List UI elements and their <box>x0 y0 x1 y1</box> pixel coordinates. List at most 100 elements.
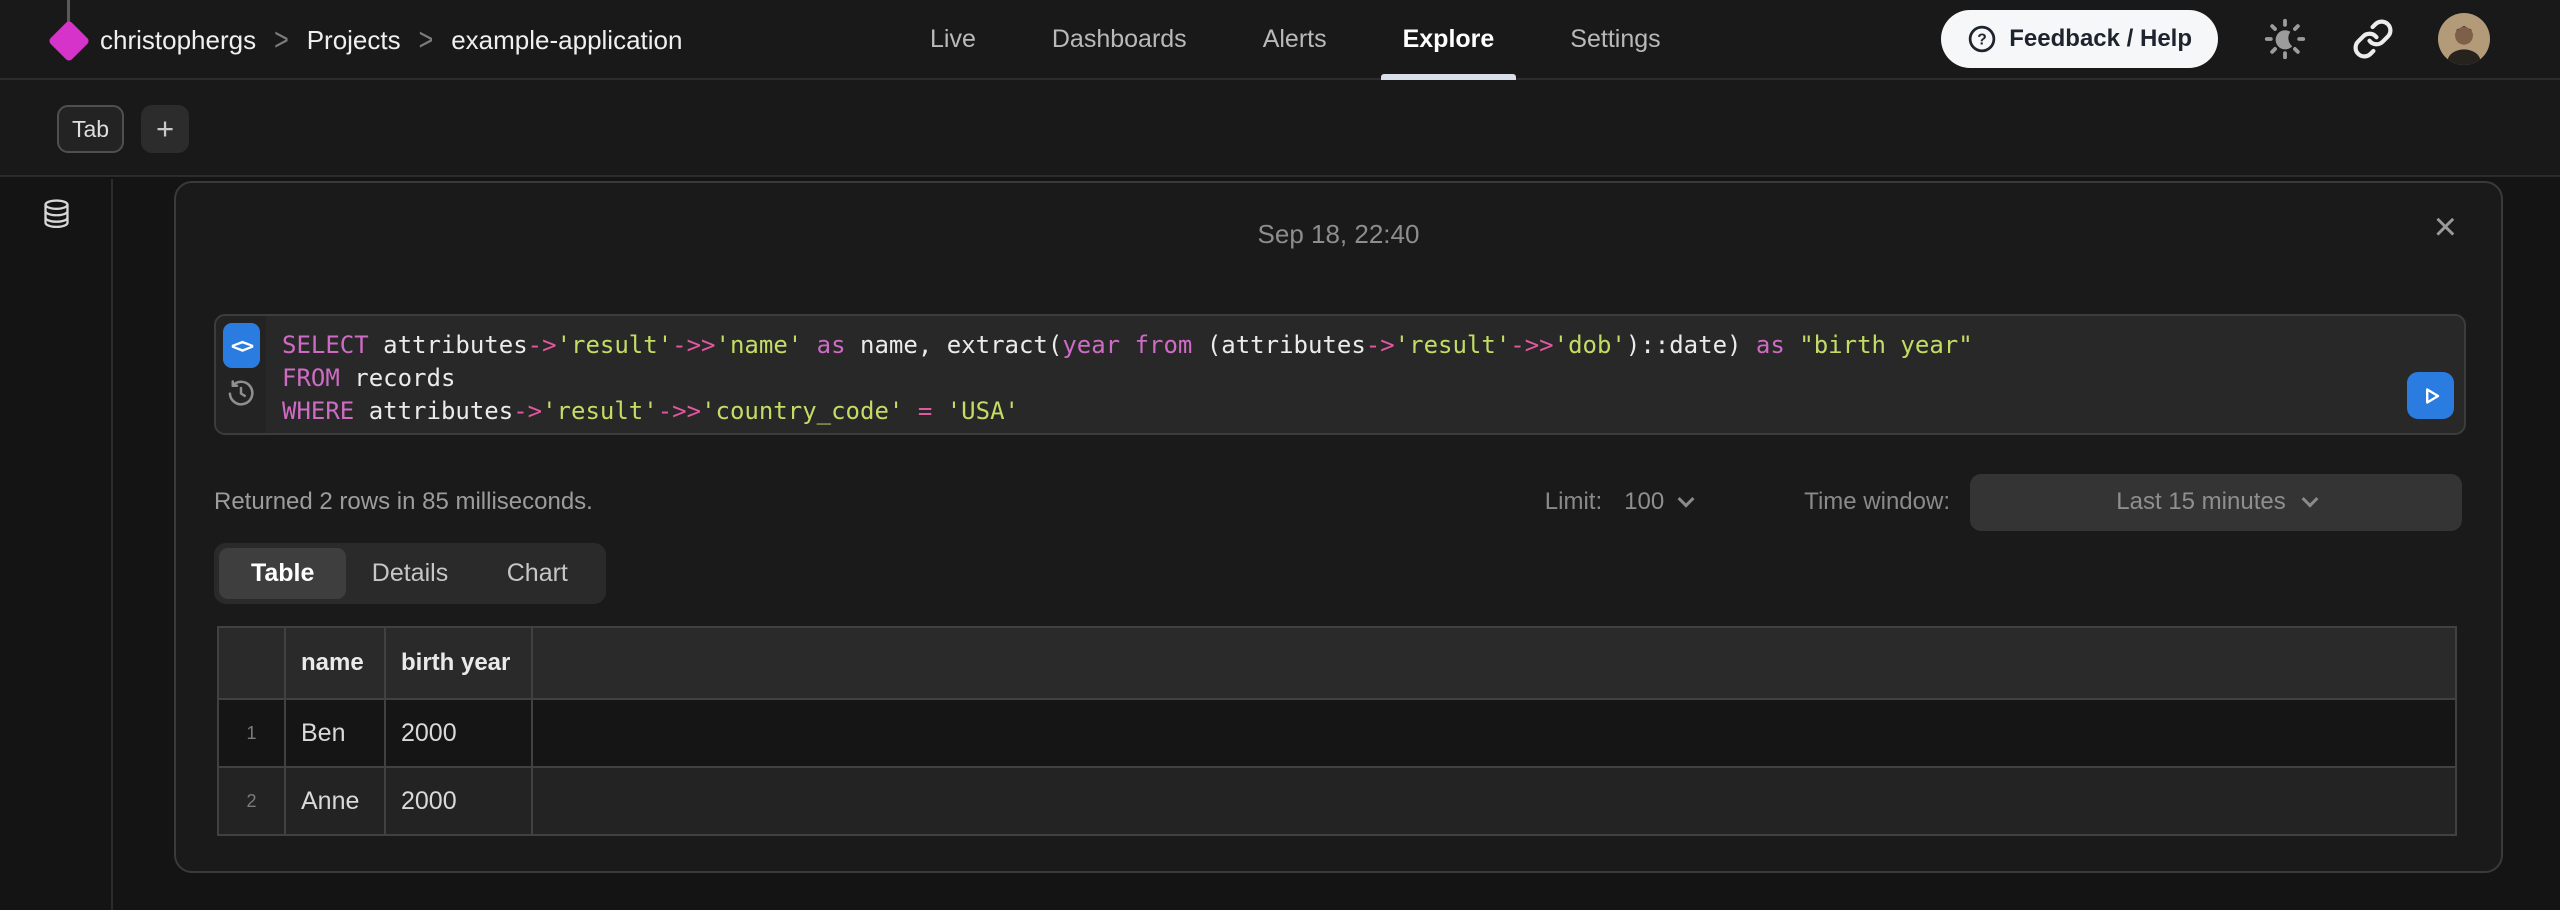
close-icon[interactable]: × <box>2434 207 2457 247</box>
query-timestamp: Sep 18, 22:40 <box>176 219 2501 250</box>
feedback-help-label: Feedback / Help <box>2009 25 2192 53</box>
chevron-down-icon <box>2301 491 2318 508</box>
sql-token <box>1785 331 1799 359</box>
breadcrumb-item-example-application[interactable]: example-application <box>451 25 682 56</box>
sql-token <box>802 331 816 359</box>
app-screen: christophergs>Projects>example-applicati… <box>0 0 2560 910</box>
sql-token: 'result' <box>557 331 673 359</box>
breadcrumb-item-christophergs[interactable]: christophergs <box>100 25 256 56</box>
results-tab-table[interactable]: Table <box>219 548 346 599</box>
sql-token: 'result' <box>542 397 658 425</box>
sql-token: 'USA' <box>947 397 1019 425</box>
sql-token: as <box>1756 331 1785 359</box>
cell-name: Ben <box>285 699 385 767</box>
nav-link-alerts[interactable]: Alerts <box>1263 0 1327 78</box>
sql-token: 'country_code' <box>701 397 903 425</box>
sql-token: 'result' <box>1395 331 1511 359</box>
time-window-value: Last 15 minutes <box>2116 488 2285 516</box>
results-tab-details[interactable]: Details <box>346 548 473 599</box>
cell-birth-year: 2000 <box>385 699 532 767</box>
nav-link-explore[interactable]: Explore <box>1403 0 1495 78</box>
code-icon: <> <box>231 334 252 358</box>
sql-line-2: FROM records <box>282 362 1973 395</box>
sql-line-1: SELECT attributes->'result'->>'name' as … <box>282 329 1973 362</box>
sql-editor-gutter: <> <box>216 316 266 433</box>
sql-token: -> <box>528 331 557 359</box>
breadcrumb-item-projects[interactable]: Projects <box>307 25 401 56</box>
sql-editor: <> SELECT attributes->'result'->>'name' … <box>214 314 2466 435</box>
limit-select[interactable]: 100 <box>1624 488 1692 516</box>
sql-token: FROM <box>282 364 340 392</box>
feedback-help-button[interactable]: ? Feedback / Help <box>1941 10 2218 68</box>
sql-token: WHERE <box>282 397 354 425</box>
sql-token: from <box>1135 331 1193 359</box>
sql-token: 'name' <box>716 331 803 359</box>
sql-token: as <box>817 331 846 359</box>
play-icon <box>2418 383 2444 409</box>
theme-toggle-icon[interactable] <box>2262 16 2308 62</box>
code-mode-button[interactable]: <> <box>223 323 260 368</box>
query-result-card: Sep 18, 22:40 × <> SELECT attributes->'r… <box>174 181 2503 873</box>
col-header-name: name <box>285 627 385 699</box>
sql-token <box>932 397 946 425</box>
run-query-button[interactable] <box>2407 372 2454 419</box>
sql-token: = <box>918 397 932 425</box>
results-tab-chart[interactable]: Chart <box>474 548 601 599</box>
table-row-1[interactable]: 1Ben2000 <box>218 699 2456 767</box>
user-avatar[interactable] <box>2438 13 2490 65</box>
results-table-body: 1Ben20002Anne2000 <box>218 699 2456 835</box>
limit-value: 100 <box>1624 488 1664 516</box>
col-header-filler <box>532 627 2456 699</box>
sql-token: "birth year" <box>1799 331 1972 359</box>
left-sidebar <box>0 179 113 910</box>
sql-token: ->> <box>658 397 701 425</box>
chevron-down-icon <box>1678 491 1695 508</box>
query-controls: Limit: 100 Time window: Last 15 minutes <box>1545 474 2462 531</box>
nav-link-settings[interactable]: Settings <box>1570 0 1660 78</box>
add-tab-button[interactable]: + <box>141 105 189 153</box>
row-number: 1 <box>218 699 285 767</box>
results-table-header: namebirth year <box>218 627 2456 699</box>
top-navigation-bar: christophergs>Projects>example-applicati… <box>0 0 2560 80</box>
nav-links: Live Dashboards Alerts Explore Settings <box>930 0 1661 78</box>
copy-link-icon[interactable] <box>2352 18 2394 60</box>
query-status-text: Returned 2 rows in 85 milliseconds. <box>214 488 593 516</box>
sql-token <box>1120 331 1134 359</box>
sql-token: -> <box>1366 331 1395 359</box>
sql-token: -> <box>513 397 542 425</box>
sql-token <box>903 397 917 425</box>
sql-token: records <box>340 364 456 392</box>
results-view-tabs: TableDetailsChart <box>214 543 606 604</box>
tab-chip-label: Tab <box>72 116 109 143</box>
brand-diamond-logo-icon[interactable] <box>48 20 90 62</box>
results-meta-row: Returned 2 rows in 85 milliseconds. Limi… <box>214 473 2462 531</box>
sql-token: ->> <box>1510 331 1553 359</box>
nav-link-dashboards[interactable]: Dashboards <box>1052 0 1187 78</box>
time-window-label: Time window: <box>1804 488 1950 516</box>
plus-icon: + <box>156 111 174 147</box>
cell-filler <box>532 767 2456 835</box>
tab-chip[interactable]: Tab <box>57 105 124 153</box>
svg-text:?: ? <box>1977 32 1987 49</box>
sql-token: year <box>1062 331 1120 359</box>
sql-token: ->> <box>672 331 715 359</box>
sql-token: 'dob' <box>1554 331 1626 359</box>
table-row-2[interactable]: 2Anne2000 <box>218 767 2456 835</box>
question-circle-icon: ? <box>1967 24 1997 54</box>
row-number: 2 <box>218 767 285 835</box>
sql-token: SELECT <box>282 331 369 359</box>
breadcrumb: christophergs>Projects>example-applicati… <box>100 0 682 80</box>
sql-editor-input[interactable]: SELECT attributes->'result'->>'name' as … <box>266 316 1973 433</box>
nav-link-live[interactable]: Live <box>930 0 976 78</box>
database-icon[interactable] <box>41 198 72 237</box>
cell-birth-year: 2000 <box>385 767 532 835</box>
time-window-select[interactable]: Last 15 minutes <box>1970 474 2462 531</box>
query-history-button[interactable] <box>226 378 256 408</box>
sql-token: name, extract( <box>846 331 1063 359</box>
col-header-rownum <box>218 627 285 699</box>
sql-token: attributes <box>369 331 528 359</box>
sql-token: )::date) <box>1626 331 1756 359</box>
sql-line-3: WHERE attributes->'result'->>'country_co… <box>282 395 1973 428</box>
results-table: namebirth year 1Ben20002Anne2000 <box>217 626 2457 836</box>
breadcrumb-separator-icon: > <box>274 22 289 58</box>
